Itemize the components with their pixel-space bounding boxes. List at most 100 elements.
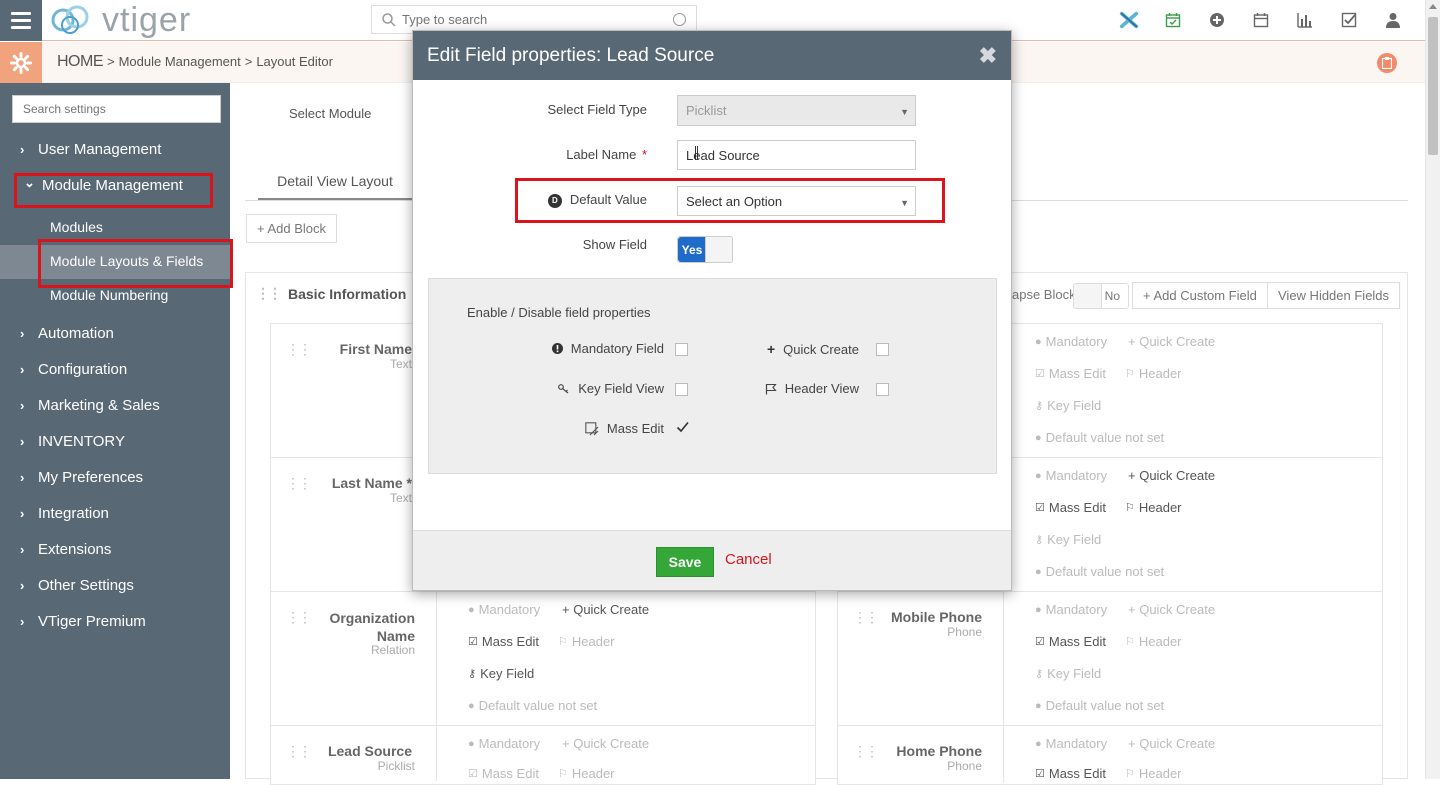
field-name: First Name: [339, 341, 412, 357]
drag-handle-icon[interactable]: ⋮⋮: [256, 285, 282, 302]
header-view-checkbox[interactable]: [876, 383, 889, 396]
sidebar-item-vtiger-premium[interactable]: › VTiger Premium: [20, 613, 146, 630]
sidebar-item-label: My Preferences: [38, 469, 144, 486]
sidebar-item-integration[interactable]: › Integration: [20, 505, 109, 522]
collapse-block-label: apse Block: [1012, 287, 1076, 302]
prop-mass-edit[interactable]: ☑ Mass Edit: [1035, 500, 1106, 515]
prop-mandatory[interactable]: ● Mandatory: [468, 602, 540, 617]
modal-title: Edit Field properties: Lead Source: [427, 44, 715, 66]
tab-detail-view-layout[interactable]: Detail View Layout: [258, 164, 412, 201]
add-circle-icon[interactable]: [1207, 10, 1227, 30]
prop-mandatory[interactable]: ● Mandatory: [1035, 602, 1107, 617]
sidebar-subitem-module-numbering[interactable]: Module Numbering: [50, 287, 168, 303]
show-field-toggle[interactable]: Yes: [677, 236, 733, 263]
collapse-block-toggle[interactable]: No: [1073, 283, 1129, 309]
page-scrollbar[interactable]: [1425, 0, 1440, 779]
default-badge-icon: ●: [1035, 699, 1042, 712]
sidebar-item-automation[interactable]: › Automation: [20, 325, 114, 342]
prop-quick-create[interactable]: + Quick Create: [1128, 334, 1215, 349]
prop-quick-create[interactable]: + Quick Create: [562, 736, 649, 751]
task-check-icon[interactable]: [1339, 10, 1359, 30]
breadcrumb-home[interactable]: HOME: [57, 53, 104, 71]
prop-label: Mandatory: [478, 736, 541, 751]
key-field-view-checkbox[interactable]: [675, 383, 688, 396]
prop-mass-edit[interactable]: ☑ Mass Edit: [1035, 634, 1106, 649]
sidebar-subitem-modules[interactable]: Modules: [50, 219, 103, 235]
mandatory-field-checkbox[interactable]: [675, 343, 688, 356]
prop-mass-edit[interactable]: ☑ Mass Edit: [468, 634, 539, 649]
chevron-right-icon: ›: [20, 434, 25, 449]
prop-header[interactable]: ⚐ Header: [1125, 500, 1182, 515]
sidebar-item-my-preferences[interactable]: › My Preferences: [20, 469, 143, 486]
prop-mandatory[interactable]: ● Mandatory: [1035, 736, 1107, 751]
prop-label: Mandatory: [1045, 602, 1108, 617]
prop-default-value[interactable]: ● Default value not set: [1035, 698, 1164, 713]
prop-header[interactable]: ⚐ Header: [1125, 366, 1182, 381]
prop-key-field[interactable]: ⚷ Key Field: [1035, 532, 1101, 547]
breadcrumb-separator: >: [107, 54, 115, 69]
prop-mass-edit[interactable]: ☑ Mass Edit: [1035, 366, 1106, 381]
sidebar-item-other-settings[interactable]: › Other Settings: [20, 577, 134, 594]
user-icon[interactable]: [1383, 10, 1403, 30]
prop-quick-create[interactable]: + Quick Create: [1128, 602, 1215, 617]
caret-down-icon: ▼: [900, 107, 909, 117]
field-name: Organization Name: [329, 610, 415, 644]
mass-edit-icon: ☑: [468, 636, 478, 648]
calendar-icon[interactable]: [1251, 10, 1271, 30]
prop-header[interactable]: ⚐ Header: [558, 634, 615, 649]
add-block-button[interactable]: + Add Block: [246, 214, 338, 243]
global-search-input[interactable]: [402, 12, 662, 27]
select-field-type-dropdown: Picklist ▼: [677, 95, 916, 126]
prop-quick-create[interactable]: + Quick Create: [1128, 736, 1215, 751]
sidebar-item-inventory[interactable]: › INVENTORY: [20, 433, 125, 450]
field-properties-panel: Enable / Disable field properties Mandat…: [428, 278, 997, 474]
scroll-up-arrow-icon[interactable]: [1429, 4, 1437, 9]
prop-default-value[interactable]: ● Default value not set: [1035, 564, 1164, 579]
prop-label: Mass Edit: [481, 634, 539, 649]
scroll-thumb[interactable]: [1428, 17, 1438, 155]
vtiger-logo[interactable]: vtiger: [50, 1, 191, 39]
label-name-input[interactable]: Lead Source: [677, 140, 916, 170]
sidebar-item-user-management[interactable]: › User Management: [20, 141, 161, 158]
chevron-right-icon: ›: [20, 326, 25, 341]
settings-search-input[interactable]: [12, 95, 221, 123]
flag-icon: ⚐: [1125, 768, 1135, 780]
close-icon[interactable]: ✖: [979, 43, 997, 69]
clipboard-icon[interactable]: [1377, 53, 1397, 73]
add-custom-field-button[interactable]: + Add Custom Field: [1132, 282, 1268, 309]
label-name-label: Label Name *: [417, 147, 647, 162]
bar-chart-icon[interactable]: [1295, 10, 1315, 30]
prop-default-value[interactable]: ● Default value not set: [1035, 430, 1164, 445]
calendar-check-icon[interactable]: [1163, 10, 1183, 30]
sidebar-item-extensions[interactable]: › Extensions: [20, 541, 111, 558]
search-options-icon[interactable]: [673, 13, 686, 26]
block-header: ⋮⋮ Basic Information: [256, 285, 406, 302]
prop-quick-create[interactable]: + Quick Create: [562, 602, 649, 617]
prop-key-field[interactable]: ⚷ Key Field: [468, 666, 534, 681]
breadcrumb-module-management[interactable]: Module Management: [119, 54, 241, 69]
prop-default-value[interactable]: ● Default value not set: [468, 698, 597, 713]
save-button[interactable]: Save: [656, 547, 714, 577]
quick-create-checkbox[interactable]: [876, 343, 889, 356]
prop-mandatory[interactable]: ● Mandatory: [468, 736, 540, 751]
chevron-right-icon: ›: [20, 614, 25, 629]
sidebar-item-configuration[interactable]: › Configuration: [20, 361, 127, 378]
settings-gear-icon[interactable]: [0, 42, 42, 83]
vtiger-logo-mark: [51, 5, 89, 34]
default-badge-icon: ●: [468, 699, 475, 712]
prop-label: Mass Edit: [1048, 366, 1106, 381]
mass-edit-checkbox[interactable]: [676, 421, 689, 434]
prop-label: Key Field: [480, 666, 535, 681]
prop-label: Default value not set: [478, 698, 598, 713]
prop-mandatory[interactable]: ● Mandatory: [1035, 334, 1107, 349]
prop-key-field[interactable]: ⚷ Key Field: [1035, 666, 1101, 681]
sidebar-item-marketing-sales[interactable]: › Marketing & Sales: [20, 397, 160, 414]
prop-key-field[interactable]: ⚷ Key Field: [1035, 398, 1101, 413]
menu-icon[interactable]: [0, 0, 42, 41]
view-hidden-fields-button[interactable]: View Hidden Fields: [1267, 282, 1401, 309]
prop-mandatory[interactable]: ● Mandatory: [1035, 468, 1107, 483]
prop-header[interactable]: ⚐ Header: [1125, 634, 1182, 649]
cancel-link[interactable]: Cancel: [725, 551, 772, 568]
x-app-icon[interactable]: [1119, 10, 1139, 30]
prop-quick-create[interactable]: + Quick Create: [1128, 468, 1215, 483]
